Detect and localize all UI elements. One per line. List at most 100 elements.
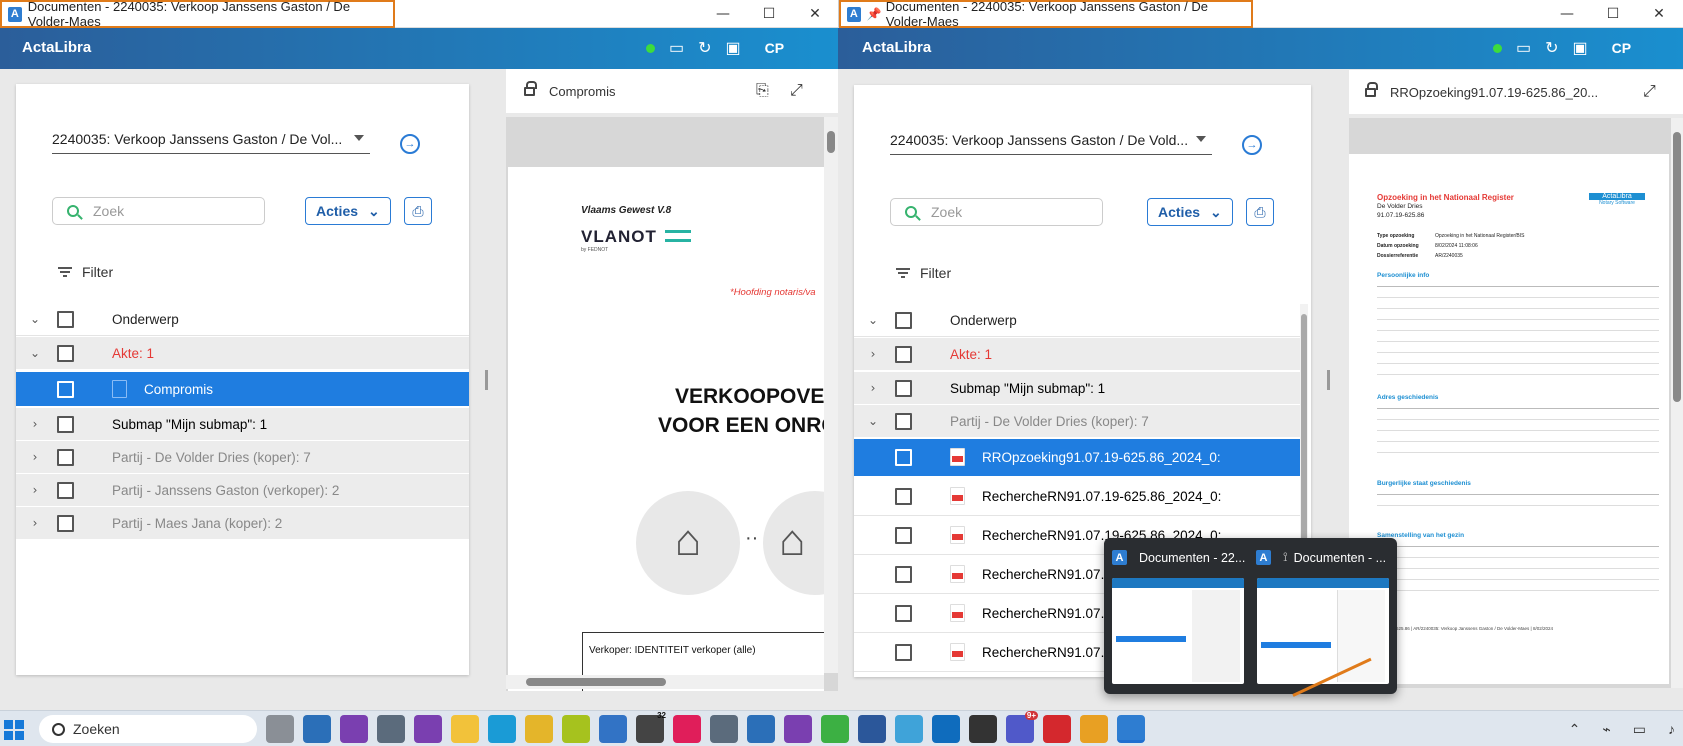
chevron-up-icon[interactable]: ⌃ (1569, 721, 1581, 738)
window-thumbnail[interactable] (1112, 578, 1244, 684)
window-icon[interactable]: ▣ (1573, 38, 1588, 58)
filter-toggle[interactable]: Filter (896, 265, 951, 281)
tree-row[interactable]: › Partij - De Volder Dries (koper): 7 (16, 441, 469, 474)
minimize-button[interactable]: — (700, 6, 746, 22)
row-checkbox[interactable] (895, 644, 912, 661)
row-checkbox[interactable] (895, 413, 912, 430)
tree-row-selected[interactable]: RROpzoeking91.07.19-625.86_2024_0: (854, 439, 1300, 477)
edge-icon[interactable] (488, 715, 516, 743)
acrobat-icon[interactable] (1043, 715, 1071, 743)
row-checkbox[interactable] (895, 605, 912, 622)
window-icon[interactable]: ▣ (726, 38, 741, 58)
expand-icon[interactable]: ⤢ (1643, 83, 1656, 101)
expand-icon[interactable]: ⤢ (790, 82, 803, 100)
chrome-icon[interactable] (525, 715, 553, 743)
app-icon[interactable] (414, 715, 442, 743)
acties-button[interactable]: Acties ⌄ (305, 197, 391, 225)
panel-resize-handle[interactable] (1327, 370, 1330, 390)
network-icon[interactable]: ⌁ (1602, 721, 1610, 738)
app-icon[interactable] (599, 715, 627, 743)
expand-icon[interactable]: › (29, 450, 41, 464)
right-document-viewer[interactable]: Opzoeking in het Nationaal Register De V… (1349, 118, 1683, 688)
tree-row[interactable]: ⌄ Akte: 1 (16, 337, 469, 370)
task-view-icon[interactable] (266, 715, 294, 743)
row-checkbox[interactable] (57, 381, 74, 398)
notepad-icon[interactable] (895, 715, 923, 743)
refresh-icon[interactable]: ↻ (1545, 38, 1558, 58)
print-button[interactable]: ⎙ (1246, 198, 1274, 226)
maximize-button[interactable]: ☐ (1590, 6, 1636, 22)
row-checkbox[interactable] (57, 515, 74, 532)
battery-icon[interactable]: ▭ (1633, 721, 1646, 738)
window-thumbnail[interactable] (1257, 578, 1389, 684)
user-initials[interactable]: CP (765, 40, 784, 56)
app-icon[interactable] (710, 715, 738, 743)
tree-row[interactable]: › Partij - Maes Jana (koper): 2 (16, 507, 469, 540)
slack-icon[interactable] (673, 715, 701, 743)
word-icon[interactable] (858, 715, 886, 743)
row-checkbox[interactable] (895, 346, 912, 363)
tree-row[interactable]: › Partij - Janssens Gaston (verkoper): 2 (16, 474, 469, 507)
collapse-icon[interactable]: ⌄ (29, 346, 41, 360)
expand-icon[interactable]: › (29, 483, 41, 497)
refresh-icon[interactable]: ↻ (698, 38, 711, 58)
row-checkbox[interactable] (57, 449, 74, 466)
left-document-viewer[interactable]: Vlaams Gewest V.8 VLANOT by FEDNOT *Hoof… (506, 117, 838, 691)
collapse-icon[interactable]: ⌄ (867, 313, 879, 327)
scroll-thumb[interactable] (1673, 132, 1681, 402)
app-icon[interactable] (377, 715, 405, 743)
row-checkbox[interactable] (895, 488, 912, 505)
search-input[interactable]: Zoek (890, 198, 1103, 226)
tree-row[interactable]: ⌄ Partij - De Volder Dries (koper): 7 (854, 405, 1300, 438)
app-icon[interactable] (303, 715, 331, 743)
scroll-thumb[interactable] (526, 678, 666, 686)
app-icon[interactable] (747, 715, 775, 743)
close-button[interactable]: ✕ (1636, 6, 1682, 22)
dossier-select[interactable]: 2240035: Verkoop Janssens Gaston / De Vo… (52, 131, 370, 154)
tree-row[interactable]: › Akte: 1 (854, 338, 1300, 371)
row-checkbox[interactable] (895, 380, 912, 397)
laptop-icon[interactable]: ▭ (669, 38, 684, 58)
actalibra-taskbar-icon[interactable] (1117, 715, 1145, 743)
row-checkbox[interactable] (895, 527, 912, 544)
select-all-checkbox[interactable] (895, 312, 912, 329)
app-icon[interactable] (784, 715, 812, 743)
scroll-thumb[interactable] (827, 131, 835, 153)
close-button[interactable]: ✕ (792, 6, 838, 22)
app-icon[interactable] (562, 715, 590, 743)
maximize-button[interactable]: ☐ (746, 6, 792, 22)
vertical-scrollbar[interactable] (1671, 118, 1683, 688)
collapse-icon[interactable]: ⌄ (867, 414, 879, 428)
document-settings-icon[interactable]: ⎘ (756, 82, 769, 100)
print-button[interactable]: ⎙ (404, 197, 432, 225)
thumbnail-title[interactable]: A Documenten - 22... (1112, 550, 1245, 565)
thumbnail-title[interactable]: A ⟟ Documenten - ... (1256, 550, 1386, 565)
row-checkbox[interactable] (57, 345, 74, 362)
select-all-checkbox[interactable] (57, 311, 74, 328)
row-checkbox[interactable] (895, 449, 912, 466)
volume-icon[interactable]: ♪ (1668, 721, 1675, 738)
laptop-icon[interactable]: ▭ (1516, 38, 1531, 58)
go-arrow-icon[interactable]: → (400, 134, 420, 154)
row-checkbox[interactable] (57, 482, 74, 499)
outlook-icon[interactable] (932, 715, 960, 743)
file-explorer-icon[interactable] (451, 715, 479, 743)
teams-icon[interactable]: 9+ (1006, 711, 1038, 743)
collapse-icon[interactable]: ⌄ (29, 312, 41, 326)
scroll-thumb[interactable] (1301, 314, 1307, 544)
app-icon[interactable] (969, 715, 997, 743)
app-icon[interactable] (821, 715, 849, 743)
user-initials[interactable]: CP (1612, 40, 1631, 56)
expand-icon[interactable]: › (29, 516, 41, 530)
tree-row[interactable]: RechercheRN91.07.19-625.86_2024_0: (854, 478, 1300, 516)
filter-toggle[interactable]: Filter (58, 264, 113, 280)
horizontal-scrollbar[interactable] (506, 675, 824, 689)
row-checkbox[interactable] (895, 566, 912, 583)
tree-row-selected[interactable]: Compromis (16, 372, 469, 407)
app-icon[interactable] (340, 715, 368, 743)
tree-row[interactable]: › Submap "Mijn submap": 1 (16, 408, 469, 441)
tree-row[interactable]: › Submap "Mijn submap": 1 (854, 372, 1300, 405)
minimize-button[interactable]: — (1544, 6, 1590, 22)
row-checkbox[interactable] (57, 416, 74, 433)
windows-start-icon[interactable] (4, 720, 24, 740)
